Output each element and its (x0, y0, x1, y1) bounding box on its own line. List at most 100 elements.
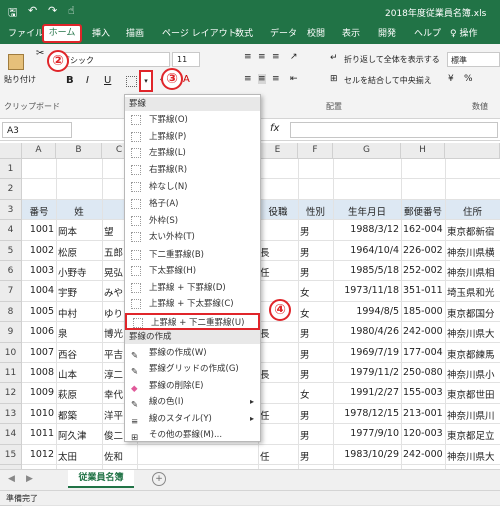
save-icon[interactable]: 🖫 (8, 4, 17, 23)
column-header[interactable]: H (401, 143, 445, 159)
data-cell[interactable]: 351-0114 (403, 285, 443, 296)
data-cell[interactable]: 1012 (24, 449, 54, 460)
data-cell[interactable]: 1969/7/19 (335, 347, 399, 358)
add-sheet-icon[interactable]: + (152, 472, 166, 486)
data-cell[interactable]: 泉 (58, 326, 100, 340)
data-cell[interactable]: 226-0026 (403, 245, 443, 256)
data-cell[interactable]: 山本 (58, 367, 100, 381)
borders-icon[interactable] (126, 76, 137, 87)
data-cell[interactable]: 長 (260, 367, 296, 381)
data-cell[interactable]: 1983/10/29 (335, 449, 399, 460)
border-option[interactable]: 下罫線(O) (125, 112, 260, 128)
orientation-icon[interactable]: ↗ (290, 52, 298, 62)
percent-icon[interactable]: % (464, 74, 473, 84)
data-cell[interactable]: 男 (300, 449, 331, 463)
data-cell[interactable]: 177-0044 (403, 347, 443, 358)
border-option[interactable]: 格子(A) (125, 196, 260, 212)
border-option[interactable]: 上罫線(P) (125, 129, 260, 145)
border-option[interactable]: 上罫線 + 下罫線(D) (125, 280, 260, 296)
row-header[interactable]: 4 (0, 220, 22, 241)
data-cell[interactable]: 1002 (24, 245, 54, 256)
data-cell[interactable]: 宇野 (58, 285, 100, 299)
data-cell[interactable]: 155-0031 (403, 387, 443, 398)
data-cell[interactable]: 男 (300, 326, 331, 340)
row-header[interactable]: 15 (0, 444, 22, 465)
touch-mode-icon[interactable]: ☝ (68, 4, 75, 17)
data-cell[interactable]: 神奈川県小 (447, 367, 498, 381)
data-cell[interactable]: 東京都国分 (447, 306, 498, 320)
redo-icon[interactable]: ↷ (48, 4, 57, 17)
tab-home[interactable]: ホーム (42, 24, 82, 43)
data-cell[interactable]: 1978/12/15 (335, 408, 399, 419)
border-option[interactable]: 下二重罫線(B) (125, 247, 260, 263)
align-center-icon[interactable]: ≡ (258, 74, 266, 84)
data-cell[interactable]: 神奈川県大 (447, 449, 498, 463)
border-option[interactable]: 枠なし(N) (125, 179, 260, 195)
row-header[interactable]: 6 (0, 261, 22, 282)
column-header[interactable] (445, 143, 500, 159)
data-cell[interactable]: 長 (260, 326, 296, 340)
font-name-select[interactable]: ゴシック (58, 52, 170, 67)
data-cell[interactable]: 1977/9/10 (335, 428, 399, 439)
data-cell[interactable]: 女 (300, 306, 331, 320)
draw-border-option[interactable]: ✎ 罫線グリッドの作成(G) (125, 361, 260, 377)
merge-center-button[interactable]: セルを結合して中央揃え (344, 75, 432, 86)
data-cell[interactable]: 1985/5/18 (335, 265, 399, 276)
data-cell[interactable]: 1973/11/18 (335, 285, 399, 296)
tab-review[interactable]: 校閲 (307, 26, 325, 39)
data-cell[interactable]: 東京都足立 (447, 428, 498, 442)
data-cell[interactable]: 男 (300, 265, 331, 279)
data-cell[interactable]: 中村 (58, 306, 100, 320)
tab-tell-me[interactable]: ♀ 操作 (450, 26, 477, 39)
data-cell[interactable]: 1011 (24, 428, 54, 439)
border-option[interactable]: 左罫線(L) (125, 145, 260, 161)
row-header[interactable]: 11 (0, 363, 22, 384)
draw-border-option[interactable]: ✎ 罫線の作成(W) (125, 345, 260, 361)
data-cell[interactable]: 都築 (58, 408, 100, 422)
data-cell[interactable]: 1988/3/12 (335, 224, 399, 235)
data-cell[interactable]: 1003 (24, 265, 54, 276)
data-cell[interactable]: 162-0041 (403, 224, 443, 235)
underline-button[interactable]: U (104, 75, 111, 86)
data-cell[interactable]: 小野寺 (58, 265, 100, 279)
row-header[interactable]: 1 (0, 159, 22, 180)
header-cell[interactable]: 番号 (24, 204, 54, 218)
number-format-select[interactable]: 標準 (447, 52, 500, 67)
tab-file[interactable]: ファイル (8, 26, 44, 39)
header-cell[interactable]: 郵便番号 (403, 204, 443, 218)
currency-icon[interactable]: ¥ (448, 74, 454, 84)
data-cell[interactable]: 1979/11/2 (335, 367, 399, 378)
column-header[interactable]: A (22, 143, 56, 159)
data-cell[interactable]: 神奈川県川 (447, 408, 498, 422)
data-cell[interactable]: 1964/10/4 (335, 245, 399, 256)
tab-formulas[interactable]: 数式 (235, 26, 253, 39)
wrap-text-icon[interactable]: ↵ (330, 53, 338, 63)
header-cell[interactable]: 性別 (300, 204, 331, 218)
data-cell[interactable]: 男 (300, 224, 331, 238)
row-header[interactable]: 8 (0, 301, 22, 323)
align-left-icon[interactable]: ≡ (244, 74, 252, 84)
data-cell[interactable]: 神奈川県大 (447, 326, 498, 340)
row-header[interactable]: 12 (0, 383, 22, 404)
data-cell[interactable]: 1994/8/5 (335, 306, 399, 317)
data-cell[interactable]: 松原 (58, 245, 100, 259)
header-cell[interactable]: 姓 (58, 204, 100, 218)
borders-dropdown-button[interactable]: ▾ (139, 70, 153, 92)
row-header[interactable]: 13 (0, 403, 22, 425)
data-cell[interactable]: 神奈川県相 (447, 265, 498, 279)
tab-developer[interactable]: 開発 (378, 26, 396, 39)
data-cell[interactable]: 女 (300, 387, 331, 401)
column-header[interactable]: F (298, 143, 333, 159)
data-cell[interactable]: 女 (300, 285, 331, 299)
data-cell[interactable]: 萩原 (58, 387, 100, 401)
data-cell[interactable]: 1004 (24, 285, 54, 296)
data-cell[interactable]: 1001 (24, 224, 54, 235)
bold-button[interactable]: B (66, 75, 74, 86)
column-header[interactable]: B (56, 143, 102, 159)
data-cell[interactable]: 1006 (24, 326, 54, 337)
draw-border-option[interactable]: ≡ 線のスタイル(Y) ▸ (125, 411, 260, 427)
border-option[interactable]: 上罫線 + 下太罫線(C) (125, 296, 260, 312)
border-option[interactable]: 外枠(S) (125, 213, 260, 229)
row-header[interactable]: 7 (0, 281, 22, 302)
data-cell[interactable]: 1007 (24, 347, 54, 358)
